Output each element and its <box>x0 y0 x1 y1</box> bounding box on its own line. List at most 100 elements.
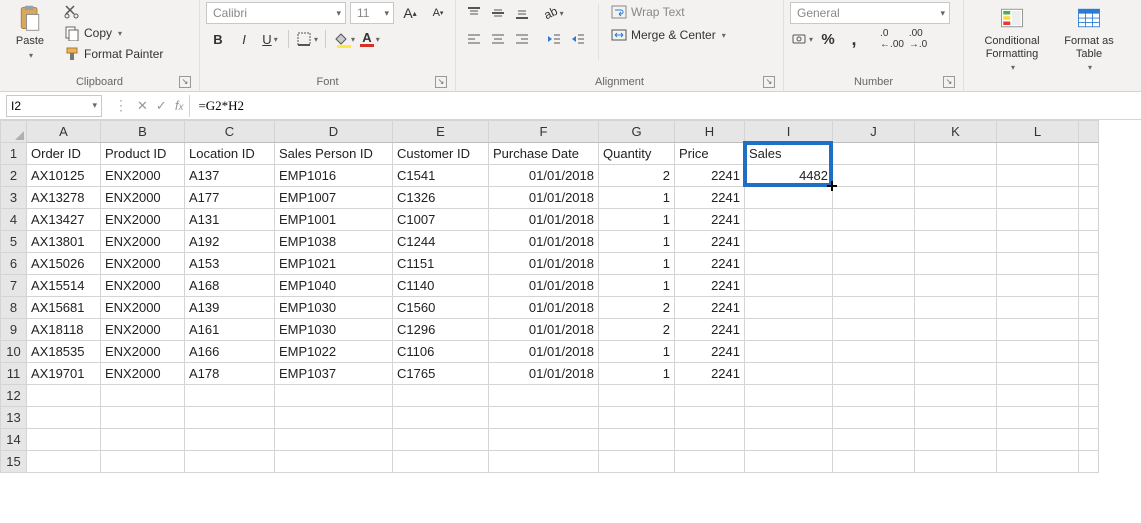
cell[interactable] <box>915 297 997 319</box>
cell[interactable]: 1 <box>599 187 675 209</box>
decrease-indent-button[interactable] <box>542 28 566 50</box>
cell[interactable]: EMP1038 <box>275 231 393 253</box>
cell[interactable] <box>1079 407 1099 429</box>
cell[interactable]: 1 <box>599 253 675 275</box>
dialog-launcher[interactable]: ↘ <box>763 76 775 88</box>
cell[interactable] <box>997 209 1079 231</box>
row-header[interactable]: 8 <box>1 297 27 319</box>
cell[interactable] <box>833 407 915 429</box>
cell[interactable] <box>915 407 997 429</box>
cell[interactable]: EMP1030 <box>275 297 393 319</box>
cell[interactable]: 01/01/2018 <box>489 363 599 385</box>
cell[interactable] <box>1079 429 1099 451</box>
cell[interactable]: C1541 <box>393 165 489 187</box>
cell[interactable] <box>915 187 997 209</box>
cell[interactable]: 2241 <box>675 363 745 385</box>
align-bottom-button[interactable] <box>510 2 534 24</box>
cell[interactable] <box>997 319 1079 341</box>
cell[interactable]: 1 <box>599 275 675 297</box>
cell[interactable] <box>745 253 833 275</box>
cell[interactable] <box>997 143 1079 165</box>
cell[interactable] <box>915 275 997 297</box>
row-header[interactable]: 2 <box>1 165 27 187</box>
cell[interactable] <box>997 253 1079 275</box>
column-header[interactable]: L <box>997 121 1079 143</box>
format-as-table-button[interactable]: Format as Table▾ <box>1054 2 1124 72</box>
align-top-button[interactable] <box>462 2 486 24</box>
cell[interactable] <box>1079 209 1099 231</box>
cell[interactable] <box>745 407 833 429</box>
cell[interactable] <box>675 451 745 473</box>
cell[interactable] <box>915 429 997 451</box>
cell[interactable] <box>997 231 1079 253</box>
cell[interactable] <box>833 209 915 231</box>
align-middle-button[interactable] <box>486 2 510 24</box>
cell[interactable] <box>833 253 915 275</box>
cell[interactable] <box>997 407 1079 429</box>
row-header[interactable]: 12 <box>1 385 27 407</box>
wrap-text-button[interactable]: Wrap Text <box>607 2 730 22</box>
increase-indent-button[interactable] <box>566 28 590 50</box>
cell[interactable]: 2241 <box>675 187 745 209</box>
column-header[interactable]: C <box>185 121 275 143</box>
cell[interactable] <box>745 341 833 363</box>
column-header[interactable]: G <box>599 121 675 143</box>
cell[interactable] <box>275 451 393 473</box>
cell[interactable] <box>833 187 915 209</box>
cell[interactable] <box>489 385 599 407</box>
copy-button[interactable]: Copy▾ <box>60 23 167 43</box>
cell[interactable]: Product ID <box>101 143 185 165</box>
cell[interactable]: 01/01/2018 <box>489 319 599 341</box>
increase-font-button[interactable]: A▴ <box>398 2 422 24</box>
align-right-button[interactable] <box>510 28 534 50</box>
cell[interactable]: C1151 <box>393 253 489 275</box>
cell[interactable]: EMP1022 <box>275 341 393 363</box>
cell[interactable]: A166 <box>185 341 275 363</box>
cell[interactable] <box>1079 187 1099 209</box>
cell[interactable] <box>745 187 833 209</box>
cell[interactable]: C1560 <box>393 297 489 319</box>
cell[interactable]: ENX2000 <box>101 187 185 209</box>
cell[interactable]: 01/01/2018 <box>489 275 599 297</box>
cell[interactable] <box>101 407 185 429</box>
cell[interactable]: EMP1037 <box>275 363 393 385</box>
cell[interactable]: C1244 <box>393 231 489 253</box>
number-format-combo[interactable]: General <box>790 2 950 24</box>
cell[interactable] <box>745 363 833 385</box>
cell[interactable] <box>1079 451 1099 473</box>
cell[interactable]: ENX2000 <box>101 297 185 319</box>
cell[interactable]: 2 <box>599 297 675 319</box>
cell[interactable]: 2241 <box>675 253 745 275</box>
cell[interactable]: A131 <box>185 209 275 231</box>
cell[interactable] <box>915 385 997 407</box>
font-size-combo[interactable]: 11 <box>350 2 394 24</box>
row-header[interactable]: 1 <box>1 143 27 165</box>
cell[interactable]: ENX2000 <box>101 363 185 385</box>
cell[interactable] <box>489 407 599 429</box>
bold-button[interactable]: B <box>206 28 230 50</box>
cell[interactable]: EMP1030 <box>275 319 393 341</box>
row-header[interactable]: 15 <box>1 451 27 473</box>
cell[interactable]: 2241 <box>675 297 745 319</box>
cell[interactable]: 1 <box>599 231 675 253</box>
cell[interactable] <box>27 385 101 407</box>
cell[interactable] <box>599 429 675 451</box>
row-header[interactable]: 6 <box>1 253 27 275</box>
borders-button[interactable]: ▾ <box>295 28 319 50</box>
cell[interactable]: AX13427 <box>27 209 101 231</box>
cell[interactable] <box>1079 253 1099 275</box>
cell[interactable]: AX13801 <box>27 231 101 253</box>
cell[interactable] <box>185 385 275 407</box>
cell[interactable] <box>915 253 997 275</box>
cell[interactable]: ENX2000 <box>101 275 185 297</box>
cell[interactable]: C1007 <box>393 209 489 231</box>
cell[interactable]: 01/01/2018 <box>489 341 599 363</box>
cell[interactable] <box>997 429 1079 451</box>
cell[interactable]: AX19701 <box>27 363 101 385</box>
italic-button[interactable]: I <box>232 28 256 50</box>
cancel-icon[interactable]: ✕ <box>137 98 148 114</box>
cell[interactable]: C1296 <box>393 319 489 341</box>
format-painter-button[interactable]: Format Painter <box>60 44 167 64</box>
cell[interactable] <box>833 319 915 341</box>
cell[interactable] <box>393 385 489 407</box>
